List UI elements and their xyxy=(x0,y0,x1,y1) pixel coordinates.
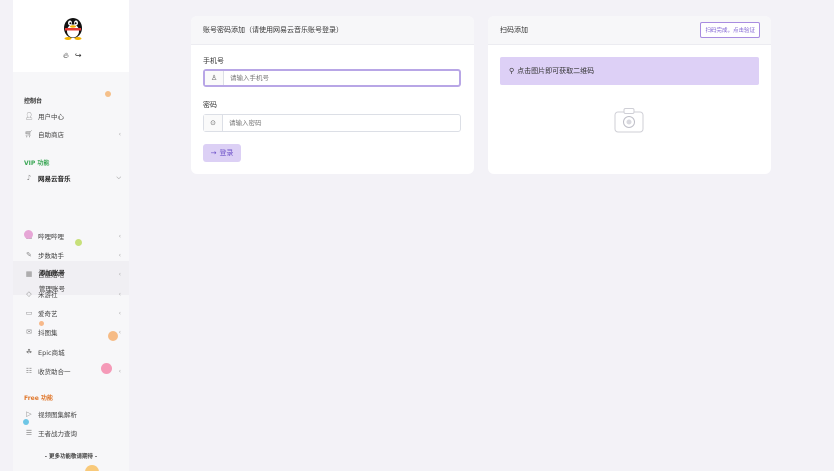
sidebar-item-label: 米游社 xyxy=(38,291,58,299)
verify-button[interactable]: 扫码完成，点击验证 xyxy=(700,22,760,38)
decor-dot xyxy=(101,363,112,374)
mail-icon: ✉ xyxy=(26,328,32,336)
sidebar-item-label: 哔哩哔哩 xyxy=(38,233,64,241)
pen-icon: ✎ xyxy=(26,251,32,259)
user-icon: ♙ xyxy=(205,71,224,85)
sidebar-item-label: 收货助合一 xyxy=(38,368,71,376)
qr-card: 扫码添加 扫码完成，点击验证 ⚲ 点击图片即可获取二维码 xyxy=(488,16,771,174)
phone-field[interactable]: ♙ xyxy=(203,69,461,87)
login-button-label: 登录 xyxy=(219,149,234,157)
grid-icon: ▦ xyxy=(25,270,33,278)
sidebar-item-label: 视频图集解析 xyxy=(38,411,77,419)
sidebar-item-label: 用户中心 xyxy=(38,113,64,121)
chevron-left-icon: ‹ xyxy=(118,328,121,336)
decor-dot xyxy=(105,91,111,97)
qq-penguin-icon[interactable] xyxy=(62,14,84,40)
profile-area: 🔥︎ ↪ xyxy=(13,0,129,72)
key-icon: ⚲ xyxy=(509,67,515,75)
sidebar-item-step[interactable]: ✎ 步数助手 ‹ xyxy=(13,246,129,264)
decor-dot xyxy=(75,239,82,246)
section-console: 控制台 xyxy=(24,98,43,105)
camera-icon[interactable] xyxy=(614,107,644,133)
login-card-title: 账号密码添加（请使用网易云音乐账号登录） xyxy=(191,16,474,45)
lock-icon: ⊙ xyxy=(204,115,223,131)
section-vip: VIP 功能 xyxy=(24,160,50,167)
play-circle-icon: ▷ xyxy=(26,410,32,418)
sidebar-item-label: Epic商城 xyxy=(38,349,65,357)
music-note-icon: ♪ xyxy=(26,174,32,182)
password-field[interactable]: ⊙ xyxy=(203,114,461,132)
more-coming-text: - 更多功能敬请期待 - xyxy=(44,454,98,460)
shield-icon: ◇ xyxy=(26,290,32,298)
sidebar-item-epic[interactable]: ☘ Epic商城 xyxy=(13,343,129,361)
phone-input[interactable] xyxy=(230,74,430,82)
fire-icon[interactable]: 🔥︎ xyxy=(63,51,69,61)
cart-icon: 🛒︎ xyxy=(24,130,34,138)
sidebar-item-user-center[interactable]: 👤︎ 用户中心 xyxy=(13,107,129,125)
decor-dot xyxy=(24,230,33,239)
login-button[interactable]: → 登录 xyxy=(203,144,241,162)
password-input[interactable] xyxy=(229,119,429,127)
sidebar-item-collect[interactable]: ☷ 收货助合一 ‹ xyxy=(13,362,129,380)
monitor-icon: ▭ xyxy=(25,309,33,317)
sidebar-item-label: 网易云音乐 xyxy=(38,175,71,183)
sidebar: 🔥︎ ↪ 控制台 👤︎ 用户中心 🛒︎ 自助商店 ‹ VIP 功能 ♪ 网易云音… xyxy=(13,0,129,471)
sidebar-item-video-parse[interactable]: ▷ 视频图集解析 xyxy=(13,405,129,423)
chevron-left-icon: ‹ xyxy=(118,232,121,240)
decor-dot xyxy=(39,321,44,326)
sidebar-item-label: 抖图集 xyxy=(38,329,58,337)
decor-dot xyxy=(85,465,99,471)
chevron-left-icon: ‹ xyxy=(118,367,121,375)
chevron-left-icon: ‹ xyxy=(118,290,121,298)
user-icon: 👤︎ xyxy=(24,112,34,120)
password-label: 密码 xyxy=(203,101,217,109)
login-card: 账号密码添加（请使用网易云音乐账号登录） 手机号 ♙ 密码 ⊙ → 登录 xyxy=(191,16,474,174)
sidebar-item-label: 爱奇艺 xyxy=(38,310,58,318)
sidebar-item-netease[interactable]: ♪ 网易云音乐 ⌵ xyxy=(13,169,129,187)
qr-card-title: 扫码添加 xyxy=(500,26,528,34)
chevron-left-icon: ‹ xyxy=(118,251,121,259)
arrow-right-icon: → xyxy=(210,149,217,157)
sidebar-item-label: 百度贴吧 xyxy=(38,271,64,279)
phone-label: 手机号 xyxy=(203,57,224,65)
chevron-left-icon: ‹ xyxy=(118,130,121,138)
sidebar-item-label: 自助商店 xyxy=(38,131,64,139)
list-icon: ☷ xyxy=(25,367,33,375)
sidebar-item-tieba[interactable]: ▦ 百度贴吧 ‹ xyxy=(13,265,129,283)
chevron-left-icon: ‹ xyxy=(118,309,121,317)
qr-hint-bar[interactable]: ⚲ 点击图片即可获取二维码 xyxy=(500,57,759,85)
tag-icon: ☘ xyxy=(25,348,33,356)
logout-icon[interactable]: ↪ xyxy=(75,51,82,61)
sidebar-item-miyoushe[interactable]: ◇ 米游社 ‹ xyxy=(13,285,129,303)
sidebar-item-label: 步数助手 xyxy=(38,252,64,260)
chevron-left-icon: ‹ xyxy=(118,270,121,278)
qr-hint-text: 点击图片即可获取二维码 xyxy=(517,67,595,75)
decor-dot xyxy=(108,331,118,341)
list-icon: ☰ xyxy=(25,429,33,437)
chevron-down-icon: ⌵ xyxy=(116,174,121,181)
sidebar-item-wzry[interactable]: ☰ 王者战力查询 xyxy=(13,424,129,442)
sidebar-item-label: 王者战力查询 xyxy=(38,430,77,438)
sidebar-item-iqiyi[interactable]: ▭ 爱奇艺 ‹ xyxy=(13,304,129,322)
qr-card-header: 扫码添加 扫码完成，点击验证 xyxy=(488,16,771,45)
section-free: Free 功能 xyxy=(24,395,53,402)
sidebar-item-self-shop[interactable]: 🛒︎ 自助商店 ‹ xyxy=(13,125,129,143)
sidebar-menu: 控制台 👤︎ 用户中心 🛒︎ 自助商店 ‹ VIP 功能 ♪ 网易云音乐 ⌵ 添… xyxy=(13,72,129,471)
